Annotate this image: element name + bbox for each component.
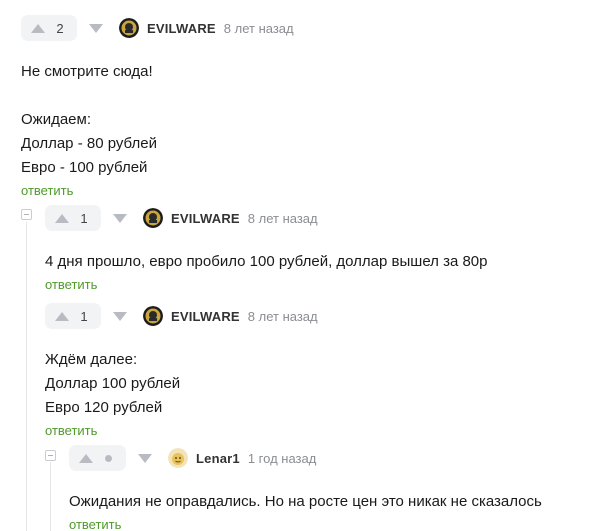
reply-link[interactable]: ответить xyxy=(69,517,121,531)
author-name[interactable]: EVILWARE xyxy=(171,211,240,226)
comment-line: Доллар - 80 рублей xyxy=(21,135,157,152)
upvote-icon[interactable] xyxy=(51,306,73,326)
thread-line xyxy=(50,462,51,531)
downvote-icon[interactable] xyxy=(107,303,133,329)
comment-body: Ожидания не оправдались. Но на росте цен… xyxy=(69,490,599,514)
rating-count: 1 xyxy=(80,308,88,324)
comment-time[interactable]: 8 лет назад xyxy=(248,309,318,324)
author-name[interactable]: Lenar1 xyxy=(196,451,240,466)
comment: 1 EVILWARE 8 лет назад 4 дня прошло, евр… xyxy=(45,204,600,294)
dot-icon xyxy=(105,454,112,462)
reply-link[interactable]: ответить xyxy=(21,183,73,198)
comment-time[interactable]: 8 лет назад xyxy=(248,211,318,226)
avatar[interactable] xyxy=(143,306,163,326)
reply-link[interactable]: ответить xyxy=(45,423,97,438)
comment: 1 EVILWARE 8 лет назад Ждём далее: Долла… xyxy=(45,302,600,440)
vote-control: 1 xyxy=(45,303,101,329)
rating-count: 2 xyxy=(56,20,64,36)
comment-line: Евро - 100 рублей xyxy=(21,159,148,176)
comment-meta: 1 EVILWARE 8 лет назад xyxy=(45,302,600,330)
comment-body: Ждём далее: Доллар 100 рублей Евро 120 р… xyxy=(45,348,600,420)
comment-line: Не смотрите сюда! xyxy=(21,63,153,80)
upvote-icon[interactable] xyxy=(51,208,73,228)
collapse-icon[interactable] xyxy=(21,209,32,220)
downvote-icon[interactable] xyxy=(132,445,158,471)
upvote-icon[interactable] xyxy=(75,448,97,468)
collapse-icon[interactable] xyxy=(45,450,56,461)
comment-meta: Lenar1 1 год назад xyxy=(69,444,599,472)
comment-line xyxy=(21,84,601,108)
comment-line: Ожидаем: xyxy=(21,111,91,128)
comment: Lenar1 1 год назад Ожидания не оправдали… xyxy=(69,444,599,531)
comment-meta: 2 EVILWARE 8 лет назад xyxy=(21,14,601,42)
comment-line: Ожидания не оправдались. Но на росте цен… xyxy=(69,493,542,510)
comment-body: 4 дня прошло, евро пробило 100 рублей, д… xyxy=(45,250,600,274)
rating-count: 1 xyxy=(80,210,88,226)
downvote-icon[interactable] xyxy=(107,205,133,231)
comment-line: Евро 120 рублей xyxy=(45,399,163,416)
upvote-icon[interactable] xyxy=(27,18,49,38)
vote-control: 2 xyxy=(21,15,77,41)
comment-line: Доллар 100 рублей xyxy=(45,375,181,392)
downvote-icon[interactable] xyxy=(83,15,109,41)
avatar[interactable] xyxy=(168,448,188,468)
vote-control: 1 xyxy=(45,205,101,231)
comment-time[interactable]: 8 лет назад xyxy=(224,21,294,36)
comment-line: Ждём далее: xyxy=(45,351,138,368)
comment: 2 EVILWARE 8 лет назад Не смотрите сюда!… xyxy=(21,14,601,200)
comment-time[interactable]: 1 год назад xyxy=(248,451,316,466)
avatar[interactable] xyxy=(143,208,163,228)
reply-link[interactable]: ответить xyxy=(45,277,97,292)
author-name[interactable]: EVILWARE xyxy=(147,21,216,36)
author-name[interactable]: EVILWARE xyxy=(171,309,240,324)
vote-control xyxy=(69,445,126,471)
thread-line xyxy=(26,222,27,531)
comment-line: 4 дня прошло, евро пробило 100 рублей, д… xyxy=(45,253,488,270)
comment-body: Не смотрите сюда! Ожидаем: Доллар - 80 р… xyxy=(21,60,601,180)
comment-meta: 1 EVILWARE 8 лет назад xyxy=(45,204,600,232)
avatar[interactable] xyxy=(119,18,139,38)
